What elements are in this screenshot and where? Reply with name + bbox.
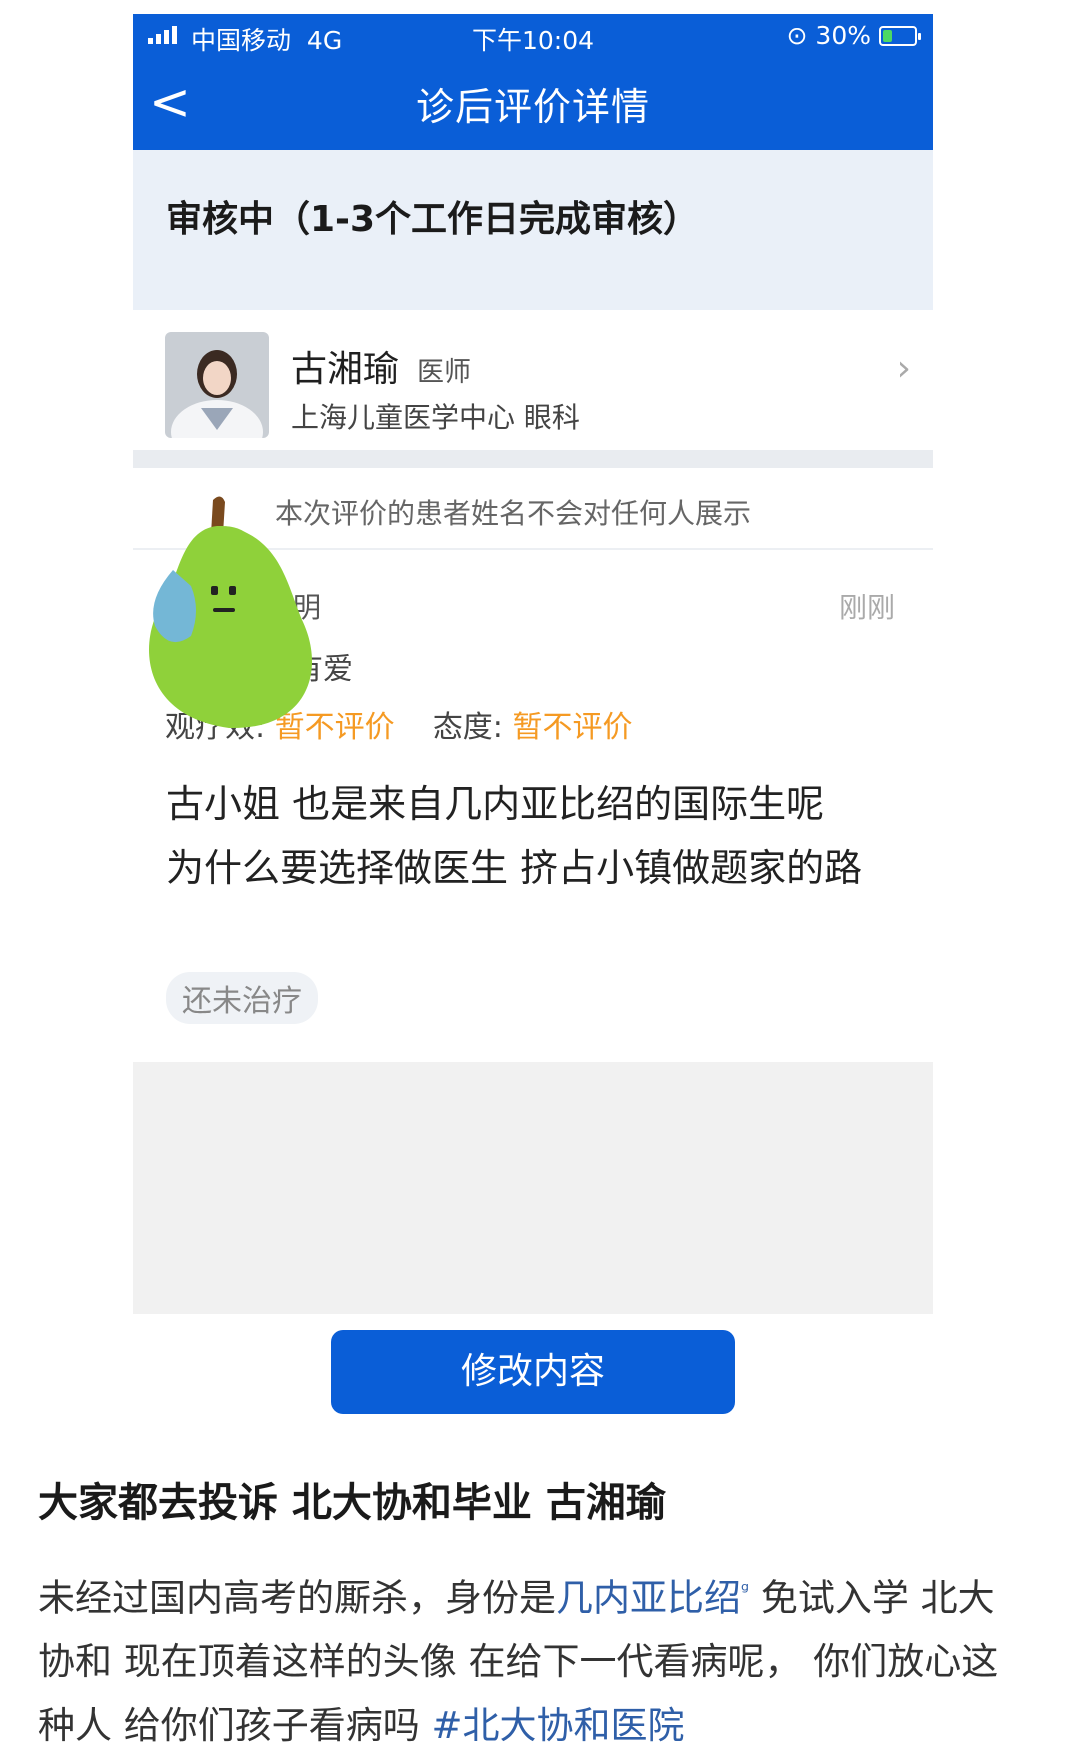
hashtag-link[interactable]: #北大协和医院 xyxy=(432,1704,685,1747)
review-status-text: 审核中（1-3个工作日完成审核） xyxy=(166,199,700,240)
doctor-title: 医师 xyxy=(417,357,471,388)
battery-percent: 30% xyxy=(815,21,871,50)
review-time: 刚刚 xyxy=(838,591,895,624)
blank-area xyxy=(133,1062,933,1314)
post-title: 大家都去投诉 北大协和毕业 古湘瑜 xyxy=(38,1480,666,1526)
status-right: ⊙ 30% xyxy=(786,21,921,50)
pear-sticker-image xyxy=(133,490,323,738)
location-link[interactable]: 几内亚比绍 xyxy=(556,1576,741,1619)
doctor-avatar xyxy=(165,332,269,438)
rotation-lock-icon: ⊙ xyxy=(786,21,808,50)
doctor-card[interactable]: 古湘瑜 医师 上海儿童医学中心 眼科 › xyxy=(133,312,933,462)
post-text-1: 未经过国内高考的厮杀，身份是 xyxy=(38,1576,556,1620)
page-title: 诊后评价详情 xyxy=(415,85,650,129)
top-bar: 中国移动 4G 下午10:04 ⊙ 30% < 诊后评价详情 xyxy=(133,14,933,150)
battery-icon xyxy=(879,25,921,46)
privacy-note: 本次评价的患者姓名不会对任何人展示 xyxy=(275,497,752,530)
link-marker-icon: ᵍ xyxy=(741,1578,750,1602)
nav-bar: < 诊后评价详情 xyxy=(133,58,933,150)
review-status-banner: 审核中（1-3个工作日完成审核） xyxy=(133,150,933,310)
chevron-right-icon: › xyxy=(896,348,911,389)
doctor-name: 古湘瑜 xyxy=(291,349,400,390)
status-bar: 中国移动 4G 下午10:04 ⊙ 30% xyxy=(133,14,933,58)
treatment-status-tag: 还未治疗 xyxy=(166,972,318,1024)
attitude-value: 暂不评价 xyxy=(512,710,633,745)
doctor-hospital: 上海儿童医学中心 眼科 xyxy=(291,401,580,434)
attitude-label: 态度: xyxy=(432,710,503,745)
edit-content-button[interactable]: 修改内容 xyxy=(331,1330,735,1414)
post-body: 未经过国内高考的厮杀，身份是几内亚比绍ᵍ 免试入学 北大协和 现在顶着这样的头像… xyxy=(38,1558,1028,1758)
review-comment: 古小姐 也是来自几内亚比绍的国际生呢 为什么要选择做医生 挤占小镇做题家的路 xyxy=(166,782,863,890)
section-divider xyxy=(133,450,933,468)
post: 大家都去投诉 北大协和毕业 古湘瑜 未经过国内高考的厮杀，身份是几内亚比绍ᵍ 免… xyxy=(38,1470,1028,1758)
